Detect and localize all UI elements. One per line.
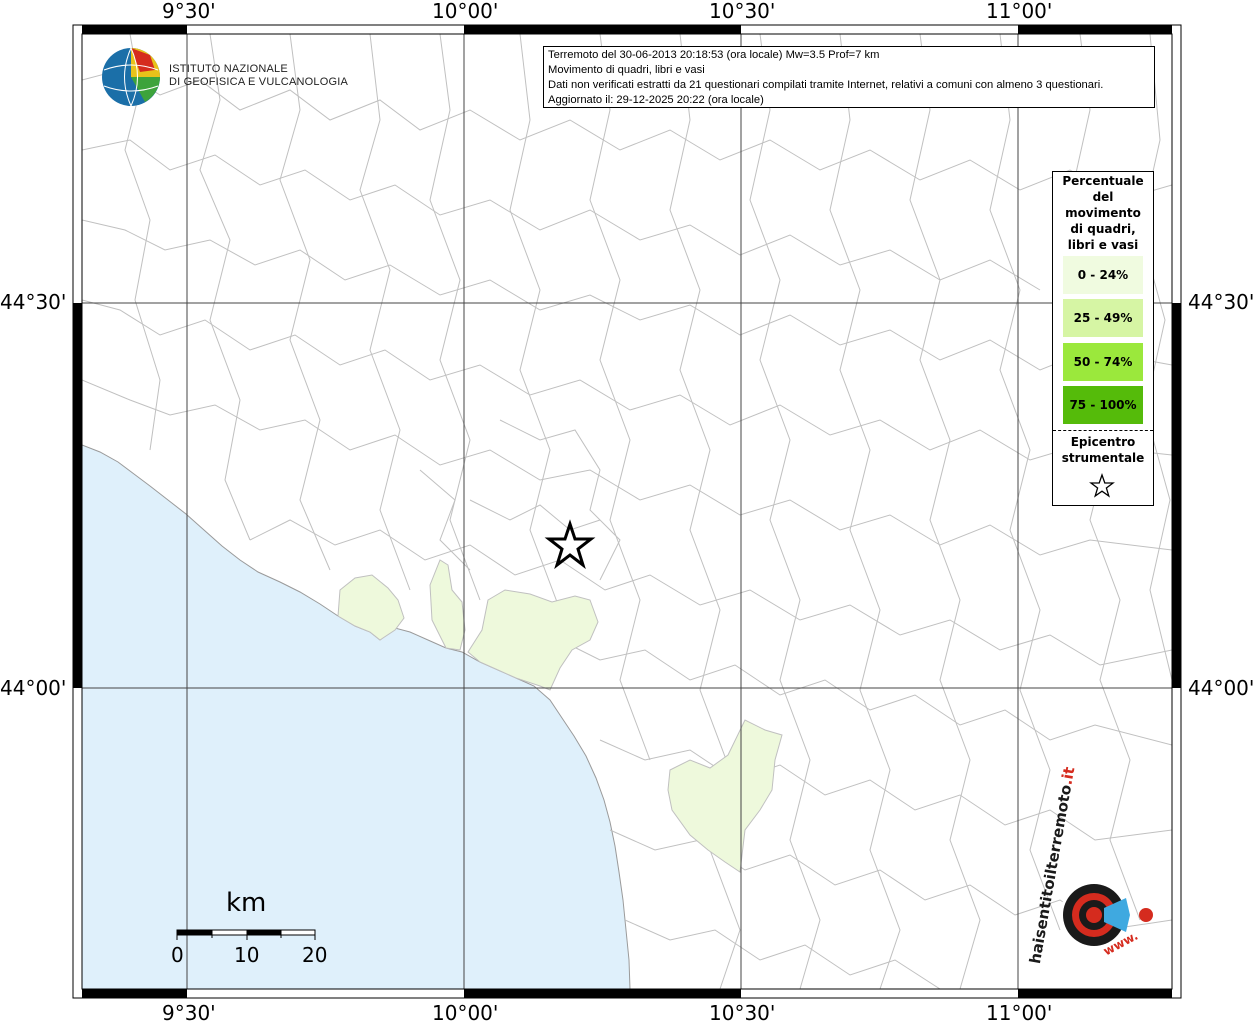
legend-epicenter-line: Epicentro: [1070, 435, 1136, 449]
legend-item-75-100: 75 - 100%: [1063, 386, 1143, 424]
legend-title-line: del: [1092, 190, 1114, 204]
top-label-1100: 11°00': [986, 0, 1053, 23]
map-canvas: [72, 24, 1182, 999]
top-label-1030: 10°30': [709, 0, 776, 23]
scalebar-tick-20: 20: [302, 943, 328, 967]
left-label-4430: 44°30': [0, 290, 67, 314]
event-data-note: Dati non verificati estratti da 21 quest…: [548, 79, 1104, 91]
legend-title-line: libri e vasi: [1067, 238, 1139, 252]
ingv-logo-line1: ISTITUTO NAZIONALE: [169, 63, 288, 75]
right-label-4430: 44°30': [1188, 290, 1255, 314]
legend-item-0-24: 0 - 24%: [1063, 256, 1143, 294]
legend-title-line: Percentuale: [1062, 174, 1144, 188]
top-label-0930: 9°30': [162, 0, 216, 23]
right-label-4400: 44°00': [1188, 676, 1255, 700]
legend-title-line: di quadri,: [1070, 222, 1136, 236]
scalebar-unit: km: [226, 888, 267, 918]
left-label-4400: 44°00': [0, 676, 67, 700]
top-label-1000: 10°00': [432, 0, 499, 23]
hst-badge-suffix: .it: [1057, 765, 1079, 787]
ingv-logo-text: ISTITUTO NAZIONALE DI GEOFISICA E VULCAN…: [169, 63, 348, 89]
legend-epicenter-line: strumentale: [1061, 451, 1145, 465]
event-info-box: Terremoto del 30-06-2013 20:18:53 (ora l…: [543, 46, 1155, 108]
legend-separator: [1053, 430, 1153, 431]
event-effect: Movimento di quadri, libri e vasi: [548, 64, 705, 76]
scalebar-tick-0: 0: [171, 943, 184, 967]
legend-star-icon: [1089, 473, 1115, 498]
ingv-logo-line2: DI GEOFISICA E VULCANOLOGIA: [169, 76, 348, 88]
bottom-label-0930: 9°30': [162, 1001, 216, 1025]
bottom-label-1000: 10°00': [432, 1001, 499, 1025]
legend-title-line: movimento: [1065, 206, 1141, 220]
legend-item-25-49: 25 - 49%: [1063, 299, 1143, 337]
bottom-label-1030: 10°30': [709, 1001, 776, 1025]
legend-item-50-74: 50 - 74%: [1063, 343, 1143, 381]
ingv-globe-icon: [102, 47, 160, 107]
scalebar-tick-10: 10: [234, 943, 260, 967]
legend: Percentuale del movimento di quadri, lib…: [1052, 171, 1154, 506]
legend-epicenter-label: Epicentro strumentale: [1053, 434, 1153, 466]
legend-title: Percentuale del movimento di quadri, lib…: [1053, 172, 1153, 253]
event-title: Terremoto del 30-06-2013 20:18:53 (ora l…: [548, 49, 880, 61]
bottom-label-1100: 11°00': [986, 1001, 1053, 1025]
event-updated: Aggiornato il: 29-12-2025 20:22 (ora loc…: [548, 94, 764, 106]
